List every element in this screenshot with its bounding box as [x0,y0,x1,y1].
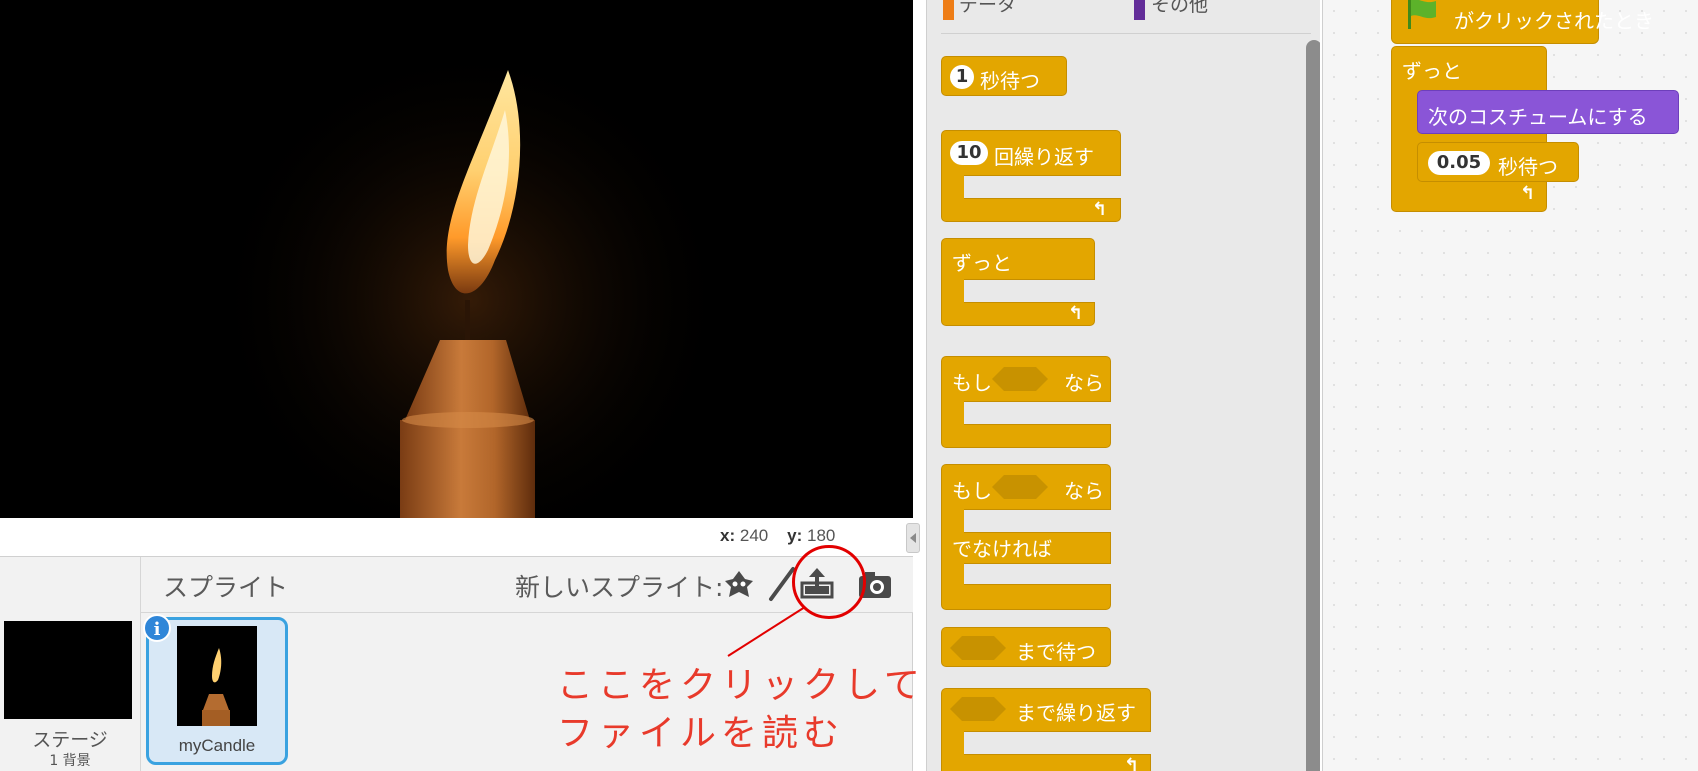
script-wait-block[interactable]: 0.05 秒待つ [1417,142,1579,182]
stage-thumbnail[interactable] [4,621,132,719]
backdrop-count: 1 背景 [49,753,91,769]
forever-slot [964,279,1095,303]
next-costume-block[interactable]: 次のコスチュームにする [1417,90,1679,134]
forever-label: ずっと [952,251,1012,275]
condition-slot[interactable] [950,697,1006,721]
else-label: でなければ [952,537,1052,561]
then-label: なら [1064,479,1104,503]
next-costume-label: 次のコスチュームにする [1428,105,1648,129]
sprite-pane-title: スプライト [163,573,289,602]
repeat-count-input[interactable]: 10 [950,141,988,165]
annotation-line-1: ここをクリックして [557,665,925,706]
category-data[interactable]: データ [959,0,1016,17]
palette-scrollbar[interactable] [1306,40,1320,771]
repeat-until-block[interactable]: まで繰り返す ↰ [941,688,1151,771]
category-tabs: データ その他 [927,0,1320,34]
wait-until-block[interactable]: まで待つ [941,627,1111,667]
data-category-swatch [943,0,954,20]
wait-label: 秒待つ [1498,155,1558,179]
forever-block[interactable]: ずっと ↰ [941,238,1095,326]
more-category-swatch [1134,0,1145,20]
if-label: もし [952,479,992,503]
repeat-until-slot [964,731,1151,755]
annotation-text: ここをクリックして ファイルを読む [557,662,925,758]
loop-arrow-icon: ↰ [1068,303,1084,324]
stage[interactable] [0,0,913,518]
mouse-coordinates: x: 240 y: 180 [720,526,835,546]
hat-label: がクリックされたとき [1454,9,1654,33]
then-label: なら [1064,371,1104,395]
candle-image [210,40,730,518]
category-separator [941,33,1311,34]
sprite-name: myCandle [178,736,256,755]
condition-slot[interactable] [950,636,1006,660]
green-flag-icon [1408,0,1436,29]
stage-collapse-button[interactable] [906,523,920,553]
wait-seconds-input[interactable]: 0.05 [1428,151,1490,175]
repeat-slot [964,175,1121,199]
sprite-tile[interactable]: myCandle i [143,614,288,765]
new-sprite-label: 新しいスプライト: [515,573,724,602]
if-slot [964,401,1111,425]
x-label: x: [720,526,736,545]
else-slot [964,563,1111,585]
info-icon[interactable]: i [143,614,171,642]
script-area[interactable]: がクリックされたとき ずっと ↰ 次のコスチュームにする 0.05 秒待つ [1322,0,1698,771]
loop-arrow-icon: ↰ [1124,755,1140,771]
condition-slot[interactable] [992,475,1048,499]
loop-arrow-icon: ↰ [1520,183,1536,204]
annotation-line-2: ファイルを読む [557,713,845,754]
repeat-label: 回繰り返す [994,145,1094,169]
if-label: もし [952,371,992,395]
scratch-editor: x: 240 y: 180 ステージ 1 背景 スプライト 新しいスプライト: [0,0,1698,771]
wait-seconds-input[interactable]: 1 [950,65,974,89]
y-value: 180 [807,526,836,545]
when-flag-clicked-block[interactable]: がクリックされたとき [1391,0,1654,44]
divider [140,613,141,771]
repeat-until-label: まで繰り返す [1016,701,1136,725]
annotation-circle [792,545,866,619]
sprite-library-icon[interactable] [719,565,759,605]
condition-slot[interactable] [992,367,1048,391]
forever-label: ずっと [1402,59,1462,83]
wait-until-label: まで待つ [1016,640,1096,664]
if-else-block[interactable]: もし なら でなければ [941,464,1111,610]
wait-block[interactable]: 1 秒待つ [941,56,1067,96]
wait-label: 秒待つ [980,69,1040,93]
category-more[interactable]: その他 [1151,0,1208,17]
loop-arrow-icon: ↰ [1092,199,1108,220]
y-label: y: [787,526,803,545]
if-block[interactable]: もし なら [941,356,1111,448]
if-slot [964,509,1111,533]
x-value: 240 [739,526,769,545]
repeat-block[interactable]: 10 回繰り返す ↰ [941,130,1121,222]
block-palette: データ その他 1 秒待つ 10 回繰り返す ↰ ずっと ↰ もし なら もし … [926,0,1320,771]
sprite-thumbnail [177,626,257,726]
stage-thumbnail-label: ステージ [32,729,108,751]
